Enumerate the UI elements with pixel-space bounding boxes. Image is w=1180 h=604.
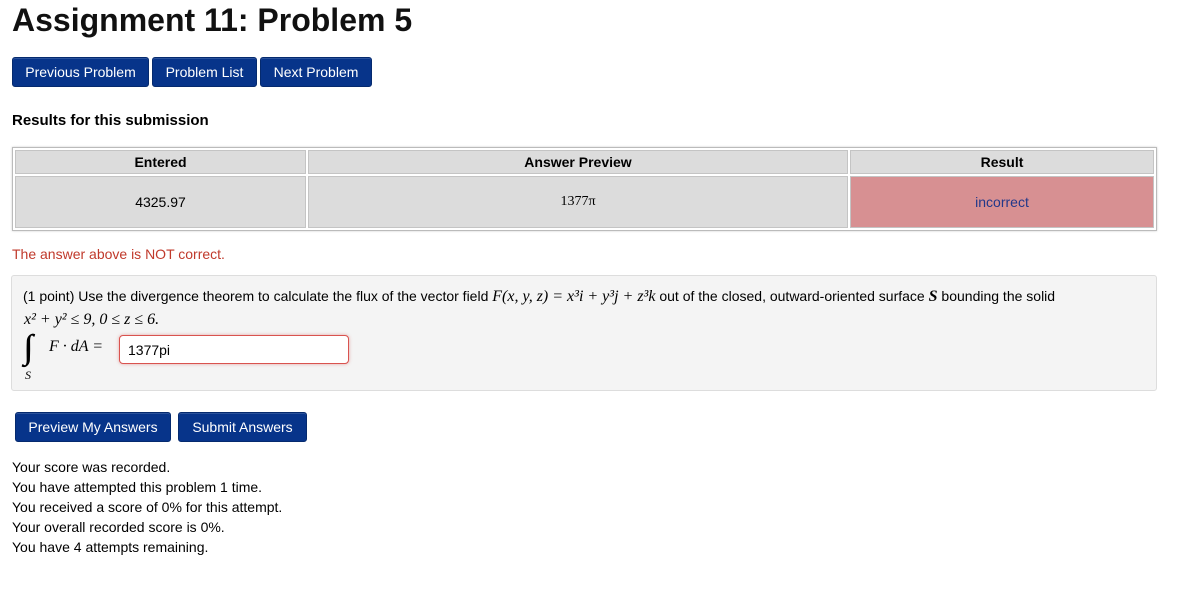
problem-statement: (1 point) Use the divergence theorem to …	[23, 288, 1055, 306]
problem-box: (1 point) Use the divergence theorem to …	[11, 275, 1157, 391]
score-summary: Your score was recorded. You have attemp…	[12, 457, 282, 557]
result-status: incorrect	[850, 176, 1154, 228]
score-line: Your overall recorded score is 0%.	[12, 519, 225, 535]
results-heading: Results for this submission	[12, 112, 209, 129]
column-header-entered: Entered	[15, 150, 306, 174]
answer-input[interactable]	[119, 335, 349, 364]
table-row: 4325.97 1377π incorrect	[15, 176, 1154, 228]
submit-answers-button[interactable]: Submit Answers	[178, 412, 307, 442]
problem-list-button[interactable]: Problem List	[152, 57, 257, 87]
problem-points: (1 point)	[23, 288, 75, 304]
score-line: You have attempted this problem 1 time.	[12, 479, 263, 495]
preview-answers-button[interactable]: Preview My Answers	[15, 412, 171, 442]
results-table: Entered Answer Preview Result 4325.97 13…	[12, 147, 1157, 231]
score-line: You received a score of 0% for this atte…	[12, 499, 283, 515]
integral-subscript: S	[25, 368, 31, 382]
score-line: Your score was recorded.	[12, 459, 171, 475]
score-line: You have 4 attempts remaining.	[12, 539, 209, 555]
vector-field-formula: F(x, y, z) = x³i + y³j + z³k	[492, 288, 656, 305]
problem-text-middle: out of the closed, outward-oriented surf…	[659, 288, 925, 304]
column-header-answer-preview: Answer Preview	[308, 150, 848, 174]
entered-value: 4325.97	[15, 176, 306, 228]
integrand-formula: F · dA =	[49, 338, 104, 355]
previous-problem-button[interactable]: Previous Problem	[12, 57, 149, 87]
region-formula: x² + y² ≤ 9, 0 ≤ z ≤ 6.	[24, 311, 160, 328]
problem-text-before: Use the divergence theorem to calculate …	[78, 288, 489, 304]
answer-preview-value: 1377π	[308, 176, 848, 228]
next-problem-button[interactable]: Next Problem	[260, 57, 372, 87]
incorrect-message: The answer above is NOT correct.	[12, 246, 225, 262]
column-header-result: Result	[850, 150, 1154, 174]
problem-text-after: bounding the solid	[941, 288, 1056, 304]
surface-symbol: S	[928, 288, 938, 305]
page-title: Assignment 11: Problem 5	[12, 2, 413, 38]
